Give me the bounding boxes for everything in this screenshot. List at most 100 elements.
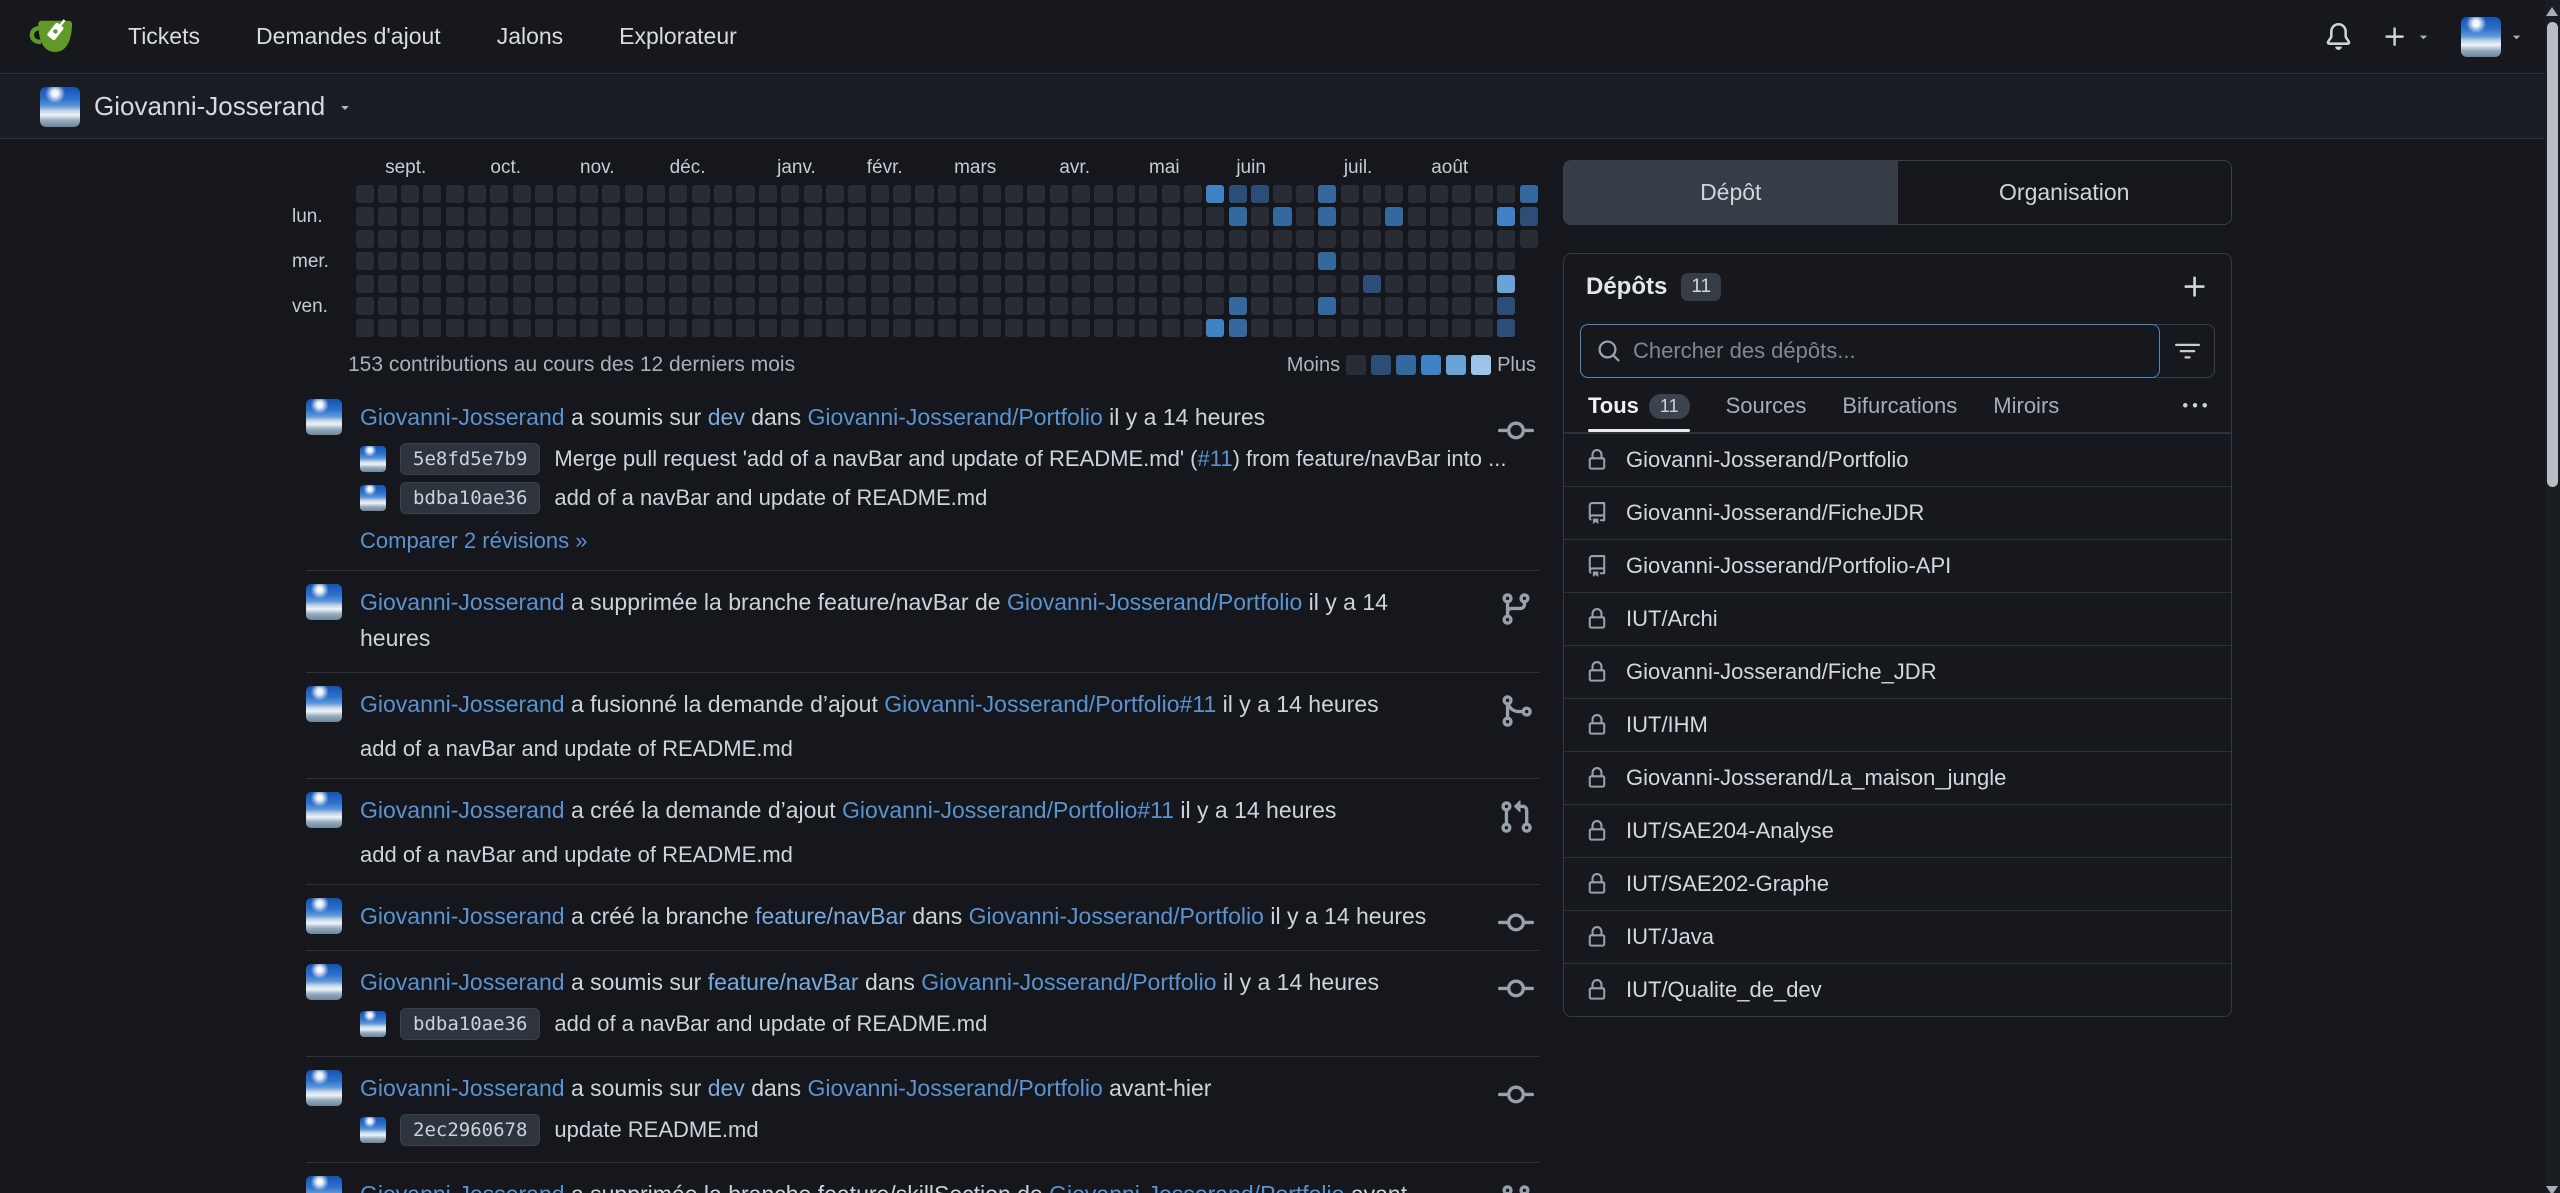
repo-list-item[interactable]: IUT/IHM (1564, 698, 2231, 751)
filter-tab-forks[interactable]: Bifurcations (1842, 380, 1957, 432)
repo-link[interactable]: Giovanni-Josserand/Portfolio (921, 969, 1216, 995)
user-link[interactable]: Giovanni-Josserand (360, 969, 565, 995)
repo-list-item[interactable]: Giovanni-Josserand/Fiche_JDR (1564, 645, 2231, 698)
actor-avatar[interactable] (306, 964, 342, 1000)
repo-list-item[interactable]: Giovanni-Josserand/La_maison_jungle (1564, 751, 2231, 804)
repo-list-item[interactable]: Giovanni-Josserand/Portfolio-API (1564, 539, 2231, 592)
user-link[interactable]: Giovanni-Josserand (360, 1181, 565, 1193)
repo-link[interactable]: Giovanni-Josserand/Portfolio (807, 1075, 1102, 1101)
heatmap-cell (468, 319, 486, 337)
user-link[interactable]: Giovanni-Josserand (360, 691, 565, 717)
repo-link[interactable]: Giovanni-Josserand/Portfolio (807, 404, 1102, 430)
user-link[interactable]: Giovanni-Josserand (360, 1075, 565, 1101)
legend-more-label: Plus (1497, 354, 1536, 377)
heatmap-cell (1050, 252, 1068, 270)
actor-avatar[interactable] (306, 898, 342, 934)
heatmap-cell (1206, 185, 1224, 203)
heatmap-cell (1050, 275, 1068, 293)
profile-name-dropdown[interactable]: Giovanni-Josserand (94, 91, 325, 122)
user-link[interactable]: Giovanni-Josserand (360, 903, 565, 929)
commit-hash-link[interactable]: 5e8fd5e7b9 (400, 443, 540, 475)
nav-item-milestones[interactable]: Jalons (497, 23, 563, 50)
issue-link[interactable]: #11 (1197, 446, 1232, 471)
heatmap-cell (1139, 319, 1157, 337)
feed-entry-type (1498, 693, 1534, 729)
chevron-down-icon[interactable] (337, 99, 353, 115)
heatmap-cell (580, 275, 598, 293)
commit-row: bdba10ae36add of a navBar and update of … (360, 1008, 1540, 1040)
nav-item-pull-requests[interactable]: Demandes d'ajout (256, 23, 441, 50)
user-link[interactable]: Giovanni-Josserand (360, 589, 565, 615)
heatmap-cell (1273, 207, 1291, 225)
heatmap-month-label: févr. (867, 157, 903, 179)
commit-hash-link[interactable]: 2ec2960678 (400, 1114, 540, 1146)
user-menu-button[interactable] (2461, 17, 2524, 57)
branch-link[interactable]: feature/navBar (755, 903, 906, 929)
heatmap-cell (1520, 207, 1538, 225)
gitea-logo-icon[interactable] (26, 11, 82, 63)
heatmap-cell (1475, 297, 1493, 315)
repo-list-item[interactable]: IUT/Archi (1564, 592, 2231, 645)
heatmap-cell (1273, 230, 1291, 248)
commit-hash-link[interactable]: bdba10ae36 (400, 482, 540, 514)
branch-link[interactable]: feature/navBar (708, 969, 859, 995)
filter-more-button[interactable] (2183, 394, 2207, 418)
filter-tab-mirrors[interactable]: Miroirs (1993, 380, 2059, 432)
tab-organisation[interactable]: Organisation (1898, 161, 2232, 224)
heatmap-cell (893, 185, 911, 203)
repo-link[interactable]: Giovanni-Josserand/Portfolio#11 (842, 797, 1174, 823)
actor-avatar[interactable] (306, 584, 342, 620)
repo-list-item[interactable]: Giovanni-Josserand/Portfolio (1564, 433, 2231, 486)
scrollbar-down-arrow[interactable] (2546, 1186, 2558, 1193)
heatmap-cell (1273, 297, 1291, 315)
nav-item-explore[interactable]: Explorateur (619, 23, 737, 50)
repo-list-item[interactable]: IUT/Java (1564, 910, 2231, 963)
repo-search-field[interactable] (1580, 324, 2160, 378)
repo-list-item[interactable]: IUT/SAE204-Analyse (1564, 804, 2231, 857)
repo-list-item[interactable]: Giovanni-Josserand/FicheJDR (1564, 486, 2231, 539)
branch-link[interactable]: dev (708, 404, 745, 430)
repo-link[interactable]: Giovanni-Josserand/Portfolio#11 (884, 691, 1216, 717)
actor-avatar[interactable] (306, 686, 342, 722)
heatmap-cell (490, 297, 508, 315)
branch-link[interactable]: dev (708, 1075, 745, 1101)
heatmap-cell (983, 230, 1001, 248)
repo-link[interactable]: Giovanni-Josserand/Portfolio (969, 903, 1264, 929)
heatmap-cell (1385, 185, 1403, 203)
actor-avatar[interactable] (306, 399, 342, 435)
heatmap-cell (1005, 230, 1023, 248)
feed-text: a créé la branche (565, 903, 756, 929)
create-new-button[interactable] (2382, 24, 2431, 50)
heatmap-cell (1072, 297, 1090, 315)
nav-item-tickets[interactable]: Tickets (128, 23, 200, 50)
actor-avatar[interactable] (306, 1176, 342, 1193)
compare-revisions-link[interactable]: Comparer 2 révisions » (360, 528, 587, 553)
actor-avatar[interactable] (306, 1070, 342, 1106)
heatmap-cell (1206, 319, 1224, 337)
heatmap-cell (1251, 185, 1269, 203)
repo-list-item[interactable]: IUT/SAE202-Graphe (1564, 857, 2231, 910)
heatmap-cell (848, 275, 866, 293)
heatmap-cell (1363, 275, 1381, 293)
scrollbar-thumb[interactable] (2547, 22, 2558, 487)
actor-avatar[interactable] (306, 792, 342, 828)
new-repository-button[interactable] (2181, 273, 2209, 301)
heatmap-cell (736, 230, 754, 248)
tab-repository[interactable]: Dépôt (1564, 161, 1898, 224)
repo-filter-button[interactable] (2160, 325, 2214, 377)
commit-hash-link[interactable]: bdba10ae36 (400, 1008, 540, 1040)
repo-search-input[interactable] (1633, 338, 2143, 364)
repo-link[interactable]: Giovanni-Josserand/Portfolio (1007, 589, 1302, 615)
repo-list-item[interactable]: IUT/Qualite_de_dev (1564, 963, 2231, 1016)
heatmap-cell (1229, 252, 1247, 270)
repo-link[interactable]: Giovanni-Josserand/Portfolio (1049, 1181, 1344, 1193)
page-scrollbar[interactable] (2545, 0, 2560, 1193)
profile-avatar[interactable] (40, 87, 80, 127)
user-link[interactable]: Giovanni-Josserand (360, 797, 565, 823)
notifications-bell-icon[interactable] (2325, 23, 2352, 50)
filter-tab-all[interactable]: Tous 11 (1588, 380, 1690, 432)
user-link[interactable]: Giovanni-Josserand (360, 404, 565, 430)
filter-tab-sources[interactable]: Sources (1726, 380, 1807, 432)
heatmap-cell (1229, 230, 1247, 248)
scrollbar-up-arrow[interactable] (2546, 7, 2558, 16)
